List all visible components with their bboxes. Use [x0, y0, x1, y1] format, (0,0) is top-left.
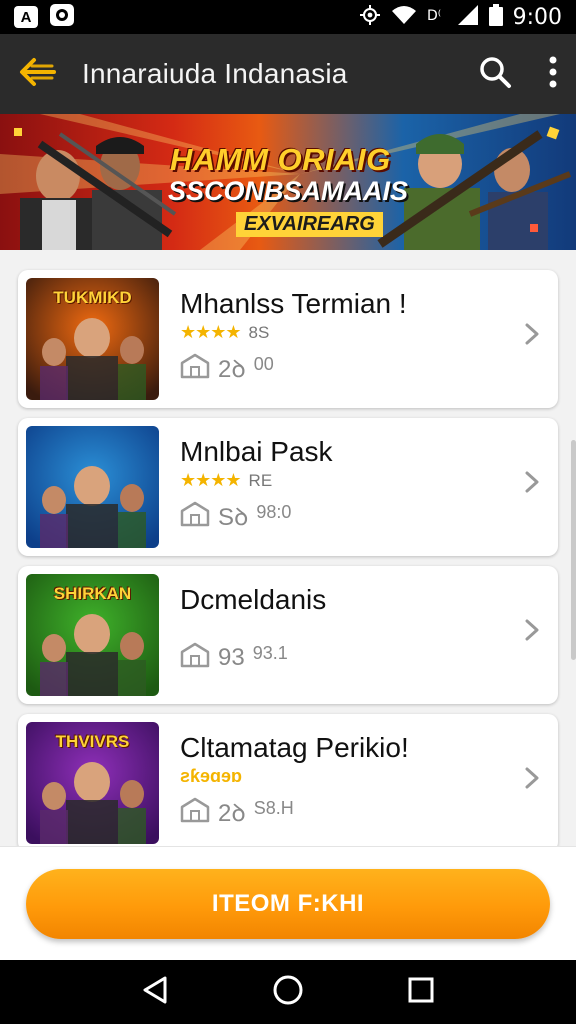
game-meta: 93 93.1: [180, 642, 288, 673]
wifi-icon: [391, 5, 417, 30]
thumbnail-logo-text: THVIVRS: [55, 732, 130, 751]
chevron-right-icon: [524, 766, 540, 795]
meta-secondary: 00: [253, 354, 274, 374]
game-meta: 2ꝺ S8.H: [180, 796, 294, 829]
game-rating: ƨƙɘɑɘɒ: [180, 766, 242, 787]
game-list: TUKMIKD Mhanlss Termian ! ★★★★ 8S 2ꝺ 00 Mnlbai…: [18, 270, 558, 862]
meta-primary: 2ꝺ: [218, 800, 246, 827]
svg-text:D⁽: D⁽: [427, 8, 441, 24]
game-card[interactable]: THVIVRS Cltamatag Perikio! ƨƙɘɑɘɒ 2ꝺ S8.H: [18, 714, 558, 852]
chevron-right-icon: [524, 470, 540, 499]
game-rating: ★★★★ RE: [180, 470, 272, 491]
thumbnail-logo-text: SHIRKAN: [53, 584, 132, 603]
rating-label: ƨƙɘɑɘɒ: [180, 766, 243, 786]
bluetooth-icon: [359, 4, 381, 31]
game-thumbnail: TUKMIKD: [26, 278, 159, 400]
star-rating-icon: ★★★★: [180, 322, 242, 342]
game-meta: Sꝺ 98:0: [180, 500, 291, 533]
scrollbar[interactable]: [571, 440, 576, 660]
rating-value: RE: [248, 470, 273, 490]
chevron-right-icon: [524, 322, 540, 351]
recents-square-icon[interactable]: [407, 976, 435, 1009]
back-triangle-icon[interactable]: [141, 975, 169, 1010]
signal-icon: [457, 4, 479, 31]
game-title: Mhanlss Termian !: [180, 288, 407, 319]
system-nav-bar: [0, 960, 576, 1024]
camera-notification-icon: [50, 3, 74, 31]
home-circle-icon[interactable]: [272, 974, 304, 1011]
search-icon[interactable]: [478, 55, 512, 94]
building-icon: [180, 642, 210, 673]
meta-primary: Sꝺ: [218, 504, 249, 531]
banner-tagline: EXVAIREARG: [236, 212, 383, 237]
game-thumbnail: [26, 426, 159, 548]
game-title: Dcmeldanis: [180, 584, 327, 615]
screen: A D⁽ 9:00 Innaraiuda Indanasia HAMM ORIA…: [0, 0, 576, 1024]
meta-secondary: 93.1: [252, 643, 288, 663]
building-icon: [180, 797, 210, 828]
game-card[interactable]: SHIRKAN Dcmeldanis 93 93.1: [18, 566, 558, 704]
meta-secondary: S8.H: [253, 798, 294, 818]
meta-primary: 2ꝺ: [218, 356, 246, 383]
banner-subtitle: SSCONBSAMAAIS: [168, 176, 409, 206]
battery-icon: [488, 3, 503, 31]
game-meta: 2ꝺ 00: [180, 352, 274, 385]
vibrate-icon: D⁽: [427, 5, 447, 30]
meta-secondary: 98:0: [256, 502, 292, 522]
primary-action-button[interactable]: ITEOM F:KHI: [26, 869, 550, 939]
star-rating-icon: ★★★★: [180, 470, 242, 490]
game-card[interactable]: TUKMIKD Mhanlss Termian ! ★★★★ 8S 2ꝺ 00: [18, 270, 558, 408]
building-icon: [180, 501, 210, 532]
thumbnail-logo-text: TUKMIKD: [53, 288, 132, 307]
game-title: Cltamatag Perikio!: [180, 732, 409, 763]
building-icon: [180, 353, 210, 384]
more-vert-icon[interactable]: [548, 56, 558, 93]
app-bar: Innaraiuda Indanasia: [0, 34, 576, 114]
back-arrow-icon[interactable]: [18, 57, 58, 92]
game-rating: ★★★★ 8S: [180, 322, 269, 343]
clock-time: 9:00: [512, 4, 562, 30]
promo-banner[interactable]: HAMM ORIAIG SSCONBSAMAAIS EXVAIREARG: [0, 114, 576, 250]
meta-primary: 93: [218, 643, 245, 671]
rating-value: 8S: [248, 322, 270, 342]
banner-title: HAMM ORIAIG: [170, 142, 391, 177]
app-title: Innaraiuda Indanasia: [82, 58, 348, 89]
chevron-right-icon: [524, 618, 540, 647]
status-bar: A D⁽ 9:00: [0, 0, 576, 34]
game-card[interactable]: Mnlbai Pask ★★★★ RE Sꝺ 98:0: [18, 418, 558, 556]
bottom-action-area: ITEOM F:KHI: [0, 846, 576, 960]
game-title: Mnlbai Pask: [180, 436, 333, 467]
game-thumbnail: THVIVRS: [26, 722, 159, 844]
game-thumbnail: SHIRKAN: [26, 574, 159, 696]
app-a-notification-icon: A: [14, 6, 38, 28]
